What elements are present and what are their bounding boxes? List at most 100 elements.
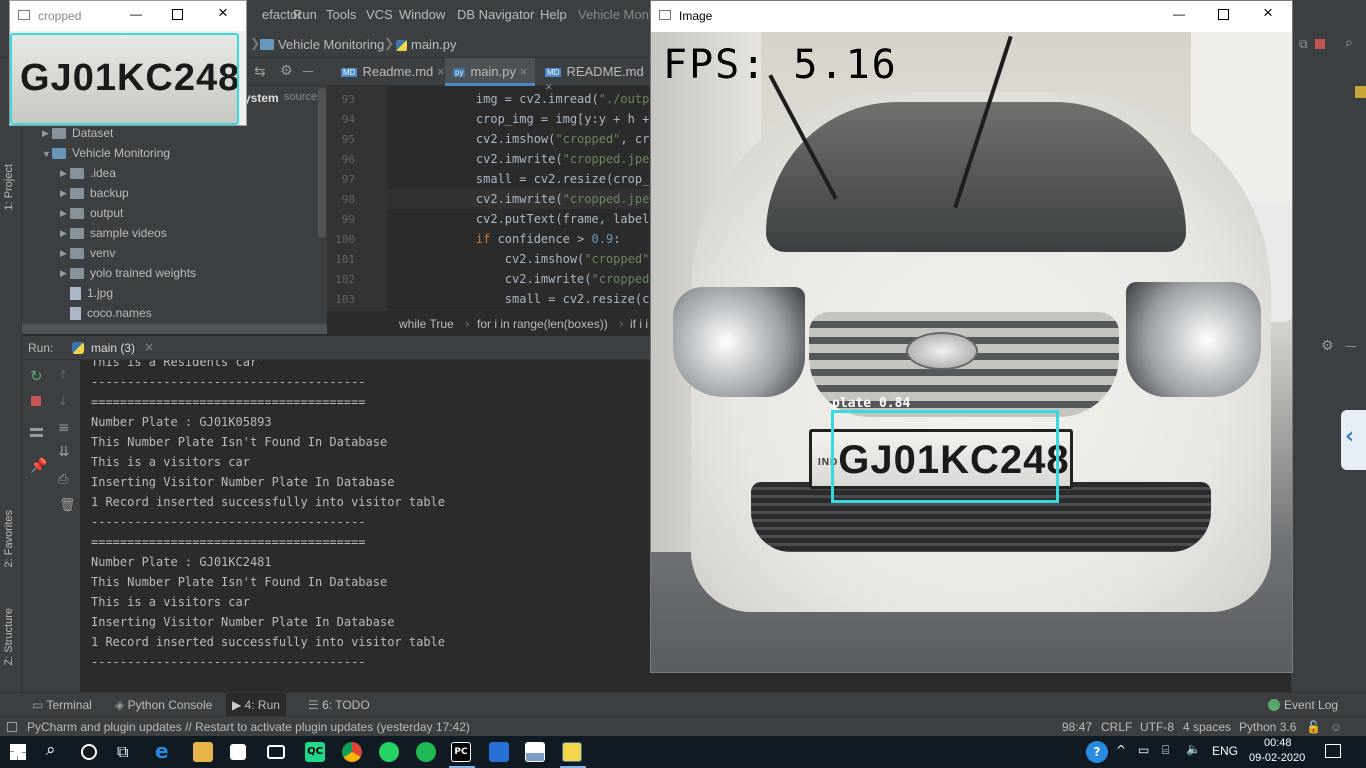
chevron-right-icon[interactable]: ▶ bbox=[42, 128, 52, 139]
minimize-icon[interactable]: — bbox=[1173, 7, 1185, 21]
store-icon[interactable] bbox=[230, 744, 246, 760]
edge-icon[interactable]: e bbox=[155, 739, 175, 763]
python-icon[interactable] bbox=[562, 742, 582, 762]
status-toggle-icon[interactable] bbox=[7, 722, 17, 732]
gear-icon[interactable]: ⚙ bbox=[280, 63, 293, 79]
crumb-while[interactable]: while True bbox=[399, 317, 454, 331]
indent-setting[interactable]: 4 spaces bbox=[1183, 720, 1231, 734]
lock-icon[interactable]: 🔓 bbox=[1306, 720, 1321, 734]
whatsapp-icon[interactable] bbox=[379, 742, 399, 762]
run-config-tab[interactable]: main (3) bbox=[91, 341, 135, 355]
tab-structure[interactable]: Z: Structure bbox=[3, 608, 15, 665]
tree-item[interactable]: ▶ venv bbox=[60, 246, 115, 266]
cropped-titlebar[interactable]: cropped — × bbox=[10, 1, 246, 31]
pycharm-icon[interactable]: PC bbox=[451, 742, 471, 762]
menu-help[interactable]: Help bbox=[540, 7, 567, 22]
tree-item[interactable]: ▶ backup bbox=[60, 186, 129, 206]
scroll-down-icon[interactable]: ↓ bbox=[58, 394, 68, 408]
stop-icon[interactable] bbox=[1315, 39, 1325, 49]
mail-icon[interactable] bbox=[267, 745, 285, 759]
chevron-up-icon[interactable]: ^ bbox=[1116, 743, 1126, 757]
file-encoding[interactable]: UTF-8 bbox=[1140, 720, 1174, 734]
editor-tab[interactable]: MD Readme.md × bbox=[333, 58, 452, 86]
collapse-all-icon[interactable]: ⇆ bbox=[254, 64, 266, 80]
search-icon[interactable]: ⌕ bbox=[1345, 35, 1353, 51]
battery-icon[interactable]: ▭ bbox=[1138, 743, 1149, 757]
network-icon[interactable]: ⌸ bbox=[1162, 743, 1169, 758]
clock-date[interactable]: 09-02-2020 bbox=[1249, 752, 1305, 764]
tree-item[interactable]: ▶ output bbox=[60, 206, 123, 226]
line-separator[interactable]: CRLF bbox=[1101, 720, 1132, 734]
print-icon[interactable]: ⎙ bbox=[58, 472, 68, 487]
tab-run[interactable]: ▶ 4: Run bbox=[226, 693, 286, 716]
search-icon[interactable]: ⌕ bbox=[46, 740, 56, 760]
tab-python-console[interactable]: ◈ Python Console bbox=[115, 698, 212, 712]
menu-vcs[interactable]: VCS bbox=[366, 7, 393, 22]
tree-item[interactable]: coco.names bbox=[60, 306, 152, 326]
chevron-right-icon[interactable]: ▶ bbox=[60, 228, 70, 239]
crumb-for[interactable]: for i in range(len(boxes)) bbox=[477, 317, 608, 331]
inspector-icon[interactable]: ☺ bbox=[1330, 720, 1342, 734]
caret-position[interactable]: 98:47 bbox=[1062, 720, 1092, 734]
event-log-button[interactable]: Event Log bbox=[1268, 698, 1338, 712]
file-explorer-icon[interactable] bbox=[193, 742, 213, 762]
chevron-right-icon[interactable]: ▶ bbox=[60, 268, 70, 279]
vertical-scrollbar[interactable] bbox=[318, 88, 326, 238]
rerun-icon[interactable]: ↻ bbox=[30, 367, 43, 385]
tree-item[interactable]: ▶ sample videos bbox=[60, 226, 167, 246]
tab-favorites[interactable]: 2: Favorites bbox=[3, 510, 15, 567]
volume-icon[interactable]: 🔈 bbox=[1186, 742, 1201, 756]
close-icon[interactable]: × bbox=[144, 340, 154, 354]
close-icon[interactable]: × bbox=[1263, 3, 1273, 23]
tab-todo[interactable]: ☰ 6: TODO bbox=[308, 698, 370, 712]
chevron-down-icon[interactable]: ▼ bbox=[42, 149, 52, 159]
side-expand-handle[interactable]: ‹ bbox=[1341, 410, 1366, 470]
spotify-icon[interactable] bbox=[416, 742, 436, 762]
soft-wrap-icon[interactable]: ≡ bbox=[58, 420, 70, 436]
windows-start-icon[interactable] bbox=[10, 744, 26, 760]
minimize-icon[interactable]: — bbox=[130, 7, 142, 21]
cortana-icon[interactable] bbox=[81, 744, 97, 760]
menu-db-navigator[interactable]: DB Navigator bbox=[457, 7, 534, 22]
editor-tab[interactable]: MD README.md × bbox=[537, 58, 652, 94]
close-icon[interactable]: × bbox=[218, 3, 228, 23]
tree-item[interactable]: ▼ Vehicle Monitoring bbox=[42, 146, 170, 166]
cropped-window[interactable]: cropped — × GJ01KC2481 bbox=[9, 0, 247, 126]
crumb-if[interactable]: if i i bbox=[630, 317, 648, 331]
editor-tab[interactable]: py main.py × bbox=[445, 58, 536, 86]
tree-item[interactable]: 1.jpg bbox=[60, 286, 113, 306]
code-editor[interactable]: img = cv2.imread("./outpu crop_img = img… bbox=[387, 86, 650, 310]
trash-icon[interactable]: 🗑 bbox=[59, 498, 76, 513]
qt-icon[interactable]: QC bbox=[305, 742, 325, 762]
menu-run[interactable]: Run bbox=[293, 7, 317, 22]
menu-tools[interactable]: Tools bbox=[326, 7, 356, 22]
menu-window[interactable]: Window bbox=[399, 7, 445, 22]
python-interpreter[interactable]: Python 3.6 bbox=[1239, 720, 1296, 734]
chevron-right-icon[interactable]: ▶ bbox=[60, 208, 70, 219]
scroll-up-icon[interactable]: ↑ bbox=[58, 368, 68, 382]
scroll-to-end-icon[interactable]: ⇊ bbox=[58, 444, 70, 460]
status-message[interactable]: PyCharm and plugin updates // Restart to… bbox=[27, 720, 470, 734]
chevron-right-icon[interactable]: ▶ bbox=[60, 168, 70, 179]
layout-icon[interactable] bbox=[30, 428, 43, 437]
restore-icon[interactable]: ⧉ bbox=[1299, 37, 1308, 52]
breadcrumb-project[interactable]: Vehicle Monitoring bbox=[278, 37, 384, 52]
tab-project[interactable]: 1: Project bbox=[3, 164, 15, 210]
tree-item[interactable]: ▶ .idea bbox=[60, 166, 116, 186]
close-icon[interactable]: × bbox=[516, 64, 528, 79]
clock-time[interactable]: 00:48 bbox=[1264, 737, 1292, 749]
app-icon[interactable] bbox=[489, 742, 509, 762]
photos-icon[interactable] bbox=[525, 742, 545, 762]
tab-terminal[interactable]: ▭ Terminal bbox=[32, 698, 92, 712]
help-icon[interactable]: ? bbox=[1086, 741, 1108, 763]
maximize-icon[interactable] bbox=[1218, 9, 1229, 20]
image-window[interactable]: Image — × INDGJ01KC2481 plate 0.84 FPS: … bbox=[650, 0, 1293, 673]
pin-icon[interactable]: 📌 bbox=[30, 458, 47, 474]
task-view-icon[interactable]: ⧉ bbox=[117, 742, 128, 762]
tree-item[interactable]: ▶ yolo trained weights bbox=[60, 266, 196, 286]
minimize-panel-icon[interactable]: — bbox=[302, 64, 314, 78]
tree-item[interactable]: ▶ Dataset bbox=[42, 126, 113, 146]
gear-icon[interactable]: ⚙ bbox=[1321, 338, 1334, 354]
image-titlebar[interactable]: Image — × bbox=[651, 1, 1292, 31]
stop-icon[interactable] bbox=[31, 396, 41, 406]
